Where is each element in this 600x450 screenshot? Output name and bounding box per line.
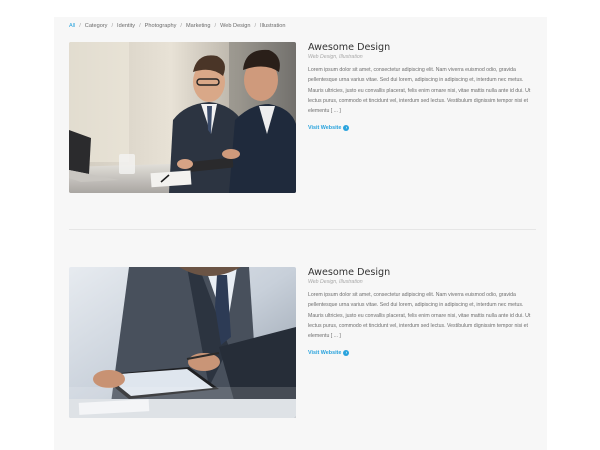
tablet-business-photo[interactable] [69,267,296,418]
info-circle-icon: › [343,350,350,357]
info-circle-icon: › [343,125,350,132]
filter-separator: / [79,23,81,29]
filter-separator: / [214,23,217,29]
portfolio-panel: All / Category / Identity / Photography / Market… [54,17,547,450]
visit-website-link[interactable]: Visit Website › [308,350,350,357]
item-description: Lorem ipsum dolor sit amet, consectetur … [308,67,531,115]
filter-all[interactable]: All [69,23,75,29]
filter-identity[interactable]: Identity [117,23,135,29]
filter-illustration[interactable]: Illustration [260,23,286,29]
filter-separator: / [180,23,182,29]
filter-separator: / [139,23,141,29]
item-categories: Web Design, Illustration [308,279,363,285]
photo-illustration [69,42,296,193]
item-description: Lorem ipsum dolor sit amet, consectetur … [308,292,531,340]
filter-marketing[interactable]: Marketing [186,23,211,29]
filter-category[interactable]: Category [85,23,108,29]
visit-website-label: Visit Website [308,350,342,357]
filter-web-design[interactable]: Web Design [220,23,250,29]
item-categories: Web Design, Illustration [308,54,363,60]
item-info: Awesome Design Web Design, Illustration … [308,42,536,134]
photo-illustration [69,267,296,418]
item-info: Awesome Design Web Design, Illustration … [308,267,536,359]
portfolio-item: Awesome Design Web Design, Illustration … [69,267,537,419]
filter-photography[interactable]: Photography [145,23,177,29]
item-title[interactable]: Awesome Design [308,42,536,54]
visit-website-label: Visit Website [308,125,342,132]
item-title[interactable]: Awesome Design [308,267,536,279]
filter-separator: / [254,23,257,29]
business-meeting-photo[interactable] [69,42,296,193]
filter-separator: / [111,23,114,29]
item-divider [69,229,536,230]
visit-website-link[interactable]: Visit Website › [308,125,350,132]
portfolio-item: Awesome Design Web Design, Illustration … [69,42,537,194]
category-filter-bar: All / Category / Identity / Photography / Market… [69,23,286,29]
